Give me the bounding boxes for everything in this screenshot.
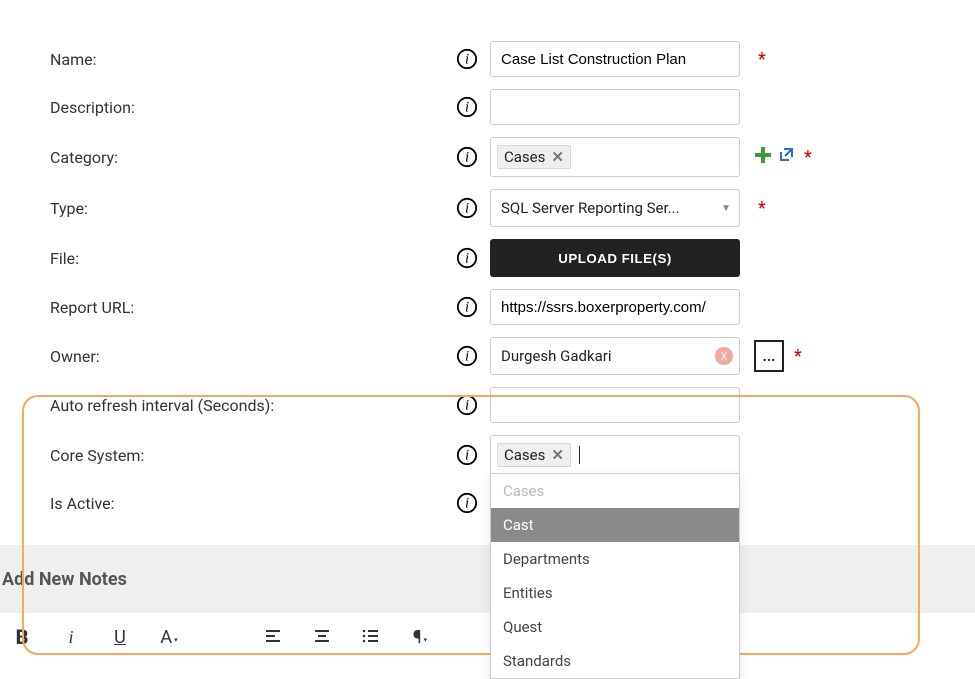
- dropdown-item-selected[interactable]: Cast: [491, 508, 739, 542]
- category-tagbox[interactable]: Cases ✕: [490, 137, 740, 177]
- dropdown-item-disabled: Cases: [491, 474, 739, 508]
- svg-text:i: i: [465, 52, 469, 68]
- upload-file-button[interactable]: UPLOAD FILE(S): [490, 239, 740, 277]
- svg-text:i: i: [465, 251, 469, 267]
- core-system-dropdown: Cases Cast Departments Entities Quest St…: [490, 473, 740, 679]
- dropdown-item[interactable]: Standards: [491, 644, 739, 678]
- report-url-label: Report URL:: [0, 298, 430, 317]
- tag-remove-icon[interactable]: ✕: [551, 148, 564, 166]
- paragraph-button[interactable]: ¶▾: [408, 625, 432, 649]
- align-left-button[interactable]: [261, 625, 285, 649]
- dropdown-item[interactable]: Departments: [491, 542, 739, 576]
- caret-icon: ▾: [174, 636, 178, 644]
- info-icon[interactable]: i: [456, 296, 478, 318]
- underline-button[interactable]: U: [108, 625, 132, 649]
- description-label: Description:: [0, 98, 430, 117]
- name-input[interactable]: [490, 41, 740, 77]
- is-active-label: Is Active:: [0, 494, 430, 513]
- description-input[interactable]: [490, 89, 740, 125]
- info-icon[interactable]: i: [456, 247, 478, 269]
- owner-label: Owner:: [0, 347, 430, 366]
- type-value: SQL Server Reporting Ser...: [501, 199, 680, 217]
- svg-text:i: i: [465, 496, 469, 512]
- type-label: Type:: [0, 199, 430, 218]
- info-icon[interactable]: i: [456, 444, 478, 466]
- info-icon[interactable]: i: [456, 492, 478, 514]
- owner-value: Durgesh Gadkari: [501, 347, 709, 365]
- file-label: File:: [0, 249, 430, 268]
- notes-toolbar: B i U A▾ ¶▾ ▾: [0, 615, 975, 659]
- external-link-icon[interactable]: [778, 147, 794, 167]
- info-icon[interactable]: i: [456, 96, 478, 118]
- required-asterisk: *: [758, 49, 766, 70]
- align-center-button[interactable]: [310, 625, 334, 649]
- report-url-input[interactable]: [490, 289, 740, 325]
- svg-text:i: i: [465, 150, 469, 166]
- type-select[interactable]: SQL Server Reporting Ser... ▼: [490, 189, 740, 227]
- info-icon[interactable]: i: [456, 394, 478, 416]
- add-category-icon[interactable]: [754, 146, 772, 168]
- svg-text:i: i: [465, 100, 469, 116]
- list-button[interactable]: [359, 625, 383, 649]
- owner-box[interactable]: Durgesh Gadkari X: [490, 337, 740, 375]
- svg-text:i: i: [465, 300, 469, 316]
- svg-text:i: i: [465, 398, 469, 414]
- info-icon[interactable]: i: [456, 345, 478, 367]
- svg-text:i: i: [465, 448, 469, 464]
- owner-picker-button[interactable]: ...: [754, 340, 784, 372]
- required-asterisk: *: [758, 198, 766, 219]
- italic-button[interactable]: i: [59, 625, 83, 649]
- tag-remove-icon[interactable]: ✕: [551, 446, 564, 464]
- tag-label: Cases: [504, 446, 545, 464]
- dropdown-item[interactable]: Quest: [491, 610, 739, 644]
- text-cursor: [579, 446, 580, 464]
- auto-refresh-input[interactable]: [490, 387, 740, 423]
- info-icon[interactable]: i: [456, 197, 478, 219]
- font-color-button[interactable]: A▾: [157, 625, 181, 649]
- core-system-label: Core System:: [0, 446, 430, 465]
- chevron-down-icon: ▼: [721, 203, 731, 214]
- clear-owner-icon[interactable]: X: [715, 347, 733, 365]
- category-tag[interactable]: Cases ✕: [497, 145, 571, 169]
- core-system-tagbox[interactable]: Cases ✕: [490, 435, 740, 475]
- auto-refresh-label: Auto refresh interval (Seconds):: [0, 396, 430, 415]
- caret-icon: ▾: [424, 636, 428, 644]
- required-asterisk: *: [794, 346, 802, 367]
- svg-text:i: i: [465, 201, 469, 217]
- tag-label: Cases: [504, 148, 545, 166]
- core-system-tag[interactable]: Cases ✕: [497, 443, 571, 467]
- svg-text:i: i: [465, 349, 469, 365]
- info-icon[interactable]: i: [456, 48, 478, 70]
- required-asterisk: *: [804, 147, 812, 168]
- name-label: Name:: [0, 50, 430, 69]
- info-icon[interactable]: i: [456, 146, 478, 168]
- add-notes-heading: Add New Notes: [0, 545, 975, 613]
- dropdown-item[interactable]: Entities: [491, 576, 739, 610]
- category-label: Category:: [0, 148, 430, 167]
- bold-button[interactable]: B: [10, 625, 34, 649]
